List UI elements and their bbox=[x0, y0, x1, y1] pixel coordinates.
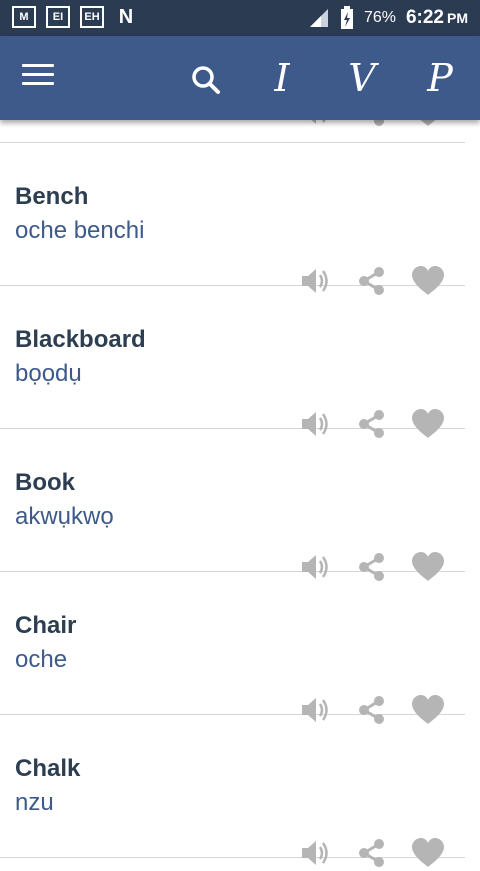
list-item[interactable]: Bench oche benchi bbox=[0, 143, 465, 295]
word-text: Book bbox=[15, 469, 75, 496]
clock-ampm: PM bbox=[447, 10, 468, 26]
eh-app-icon: EH bbox=[80, 6, 104, 28]
word-text: Chalk bbox=[15, 755, 81, 782]
translation-text: akwụkwọ bbox=[15, 503, 114, 530]
list-item[interactable]: Chair oche bbox=[0, 572, 465, 724]
row-actions bbox=[298, 120, 448, 130]
heart-icon[interactable] bbox=[410, 835, 446, 871]
hamburger-icon-bar bbox=[22, 73, 54, 76]
word-text: Blackboard bbox=[15, 326, 146, 353]
app-bar: I V P bbox=[0, 36, 480, 120]
word-list: Bench oche benchi Blackboard bọọdụ Book … bbox=[0, 120, 465, 867]
share-icon[interactable] bbox=[354, 835, 390, 871]
notification-icons: M EI EH N bbox=[12, 6, 138, 28]
translation-text: oche bbox=[15, 646, 68, 673]
p-letter-button[interactable]: P bbox=[412, 50, 468, 106]
gmail-icon: M bbox=[12, 6, 36, 28]
clock-time: 6:22 bbox=[405, 7, 444, 28]
share-icon[interactable] bbox=[354, 120, 390, 130]
v-letter-button[interactable]: V bbox=[334, 50, 390, 106]
menu-button[interactable] bbox=[22, 64, 54, 90]
word-text: Chair bbox=[15, 612, 77, 639]
list-item[interactable]: Book akwụkwọ bbox=[0, 429, 465, 581]
word-text: Bench bbox=[15, 183, 89, 210]
translation-text: nzu bbox=[15, 789, 54, 816]
scrollbar[interactable] bbox=[474, 120, 480, 854]
list-item[interactable]: Blackboard bọọdụ bbox=[0, 286, 465, 438]
status-bar: M EI EH N 76% 6:22 PM bbox=[0, 0, 480, 36]
translation-text: oche benchi bbox=[15, 217, 145, 244]
battery-percentage: 76% bbox=[363, 9, 396, 26]
signal-icon bbox=[309, 9, 328, 27]
hamburger-icon-bar bbox=[22, 82, 54, 85]
list-item-partial bbox=[0, 120, 465, 143]
list-item[interactable]: Chalk nzu bbox=[0, 715, 465, 867]
translation-text: bọọdụ bbox=[15, 360, 82, 387]
row-actions bbox=[298, 835, 448, 871]
n-app-icon: N bbox=[118, 6, 134, 28]
speaker-icon[interactable] bbox=[298, 835, 334, 871]
clock: 6:22 PM bbox=[406, 7, 468, 29]
ei-app-icon: EI bbox=[46, 6, 70, 28]
battery-icon bbox=[340, 6, 353, 29]
search-button[interactable] bbox=[186, 60, 226, 100]
i-letter-button[interactable]: I bbox=[254, 50, 310, 106]
hamburger-icon-bar bbox=[22, 64, 54, 67]
heart-icon[interactable] bbox=[410, 120, 446, 130]
search-icon bbox=[192, 66, 220, 94]
speaker-icon[interactable] bbox=[298, 120, 334, 130]
system-icons: 76% 6:22 PM bbox=[308, 0, 468, 36]
